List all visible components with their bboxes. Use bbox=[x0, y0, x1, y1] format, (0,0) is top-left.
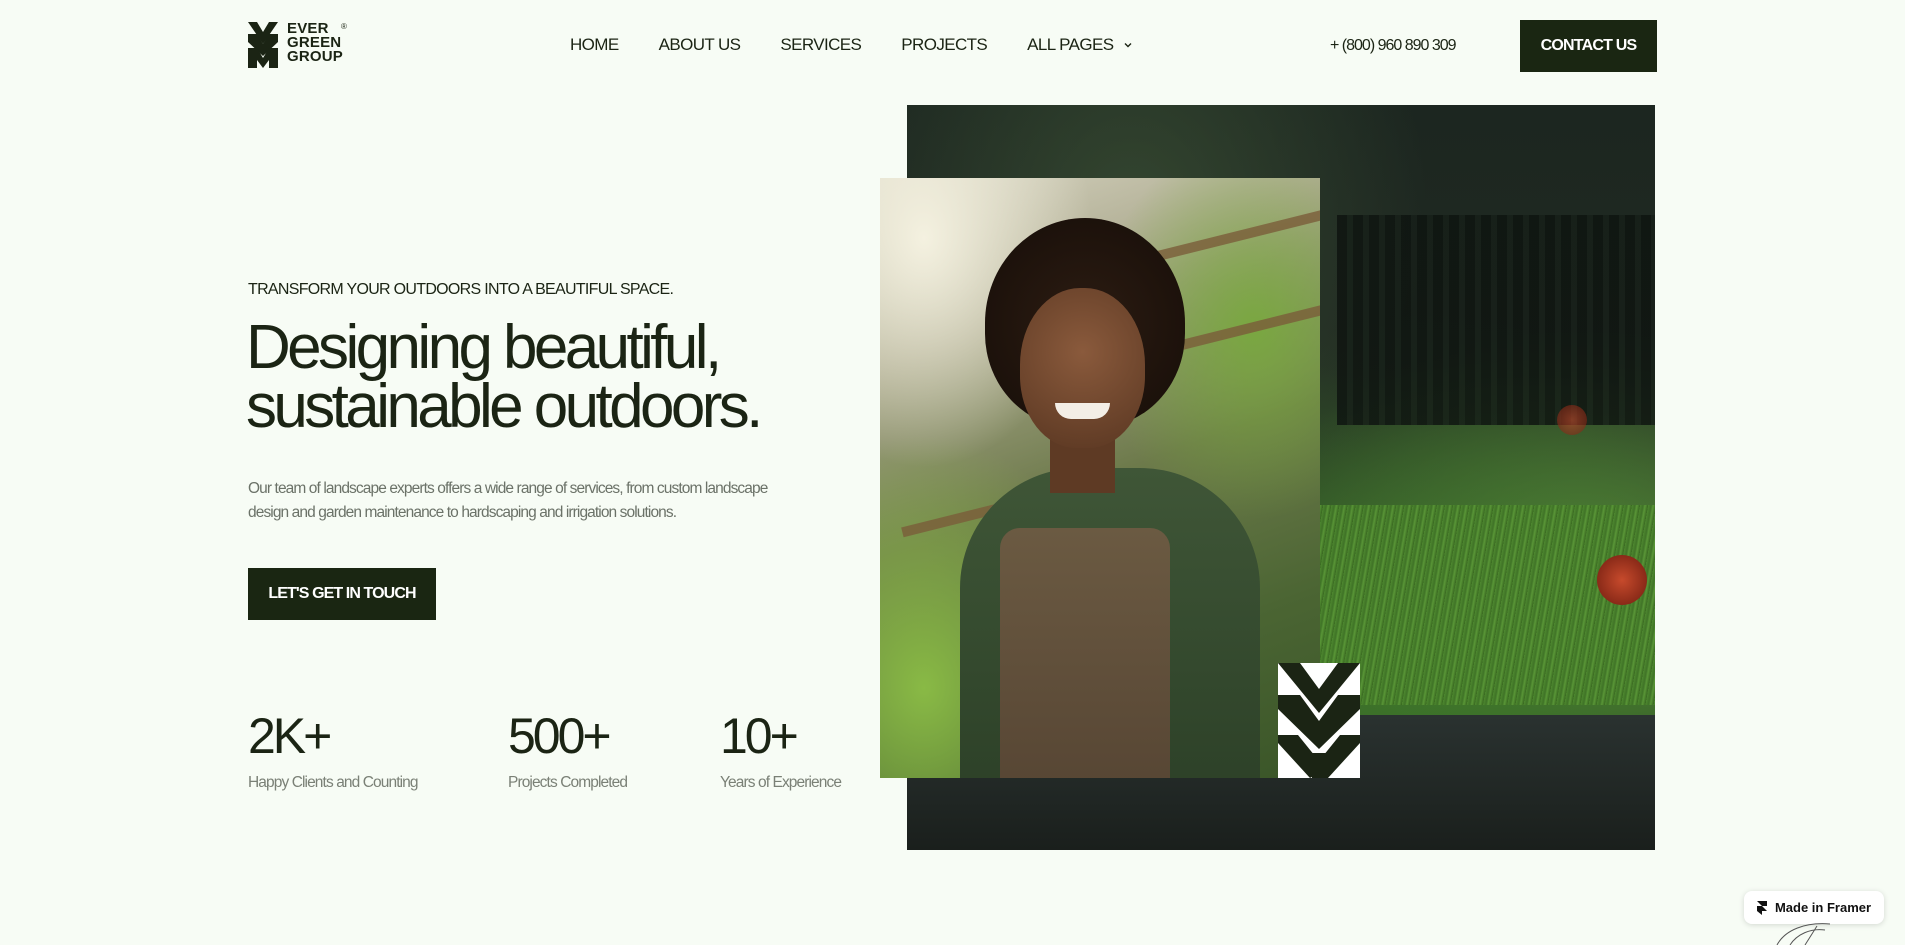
chevron-down-icon bbox=[1124, 43, 1132, 48]
nav-projects[interactable]: PROJECTS bbox=[901, 35, 987, 55]
stat-value: 500+ bbox=[508, 708, 612, 764]
contact-us-button[interactable]: CONTACT US bbox=[1520, 20, 1657, 72]
leaf-chevron-logo-icon bbox=[248, 22, 278, 68]
phone-number[interactable]: + (800) 960 890 309 bbox=[1330, 37, 1457, 55]
hero-eyebrow: TRANSFORM YOUR OUTDOORS INTO A BEAUTIFUL… bbox=[248, 281, 674, 298]
decorative-line-art-icon bbox=[1776, 923, 1831, 945]
made-in-framer-label: Made in Framer bbox=[1774, 900, 1872, 915]
hero-headline: Designing beautiful, sustainable outdoor… bbox=[246, 317, 786, 438]
gardener-portrait-image bbox=[880, 178, 1320, 778]
stat-label: Years of Experience bbox=[720, 774, 842, 791]
stat-value: 10+ bbox=[720, 708, 799, 764]
framer-icon bbox=[1756, 900, 1767, 915]
nav-all-pages[interactable]: ALL PAGES bbox=[1027, 35, 1133, 55]
hero-headline-line2: sustainable outdoors. bbox=[246, 372, 763, 441]
leaf-chevron-tile-icon bbox=[1278, 663, 1360, 778]
stat-happy-clients: 2K+ Happy Clients and Counting bbox=[248, 708, 419, 792]
hero-description: Our team of landscape experts offers a w… bbox=[248, 480, 768, 521]
flower-shape bbox=[1557, 405, 1587, 435]
registered-mark: ® bbox=[341, 22, 347, 31]
portrait-smile bbox=[1055, 403, 1110, 419]
stat-projects-completed: 500+ Projects Completed bbox=[508, 708, 628, 792]
portrait-apron bbox=[1000, 528, 1170, 778]
stat-label: Happy Clients and Counting bbox=[248, 774, 419, 791]
flower-shape bbox=[1597, 555, 1647, 605]
nav-all-pages-label: ALL PAGES bbox=[1027, 35, 1114, 54]
nav-services[interactable]: SERVICES bbox=[780, 35, 861, 55]
logo-wordmark: EVER GREEN GROUP bbox=[287, 21, 344, 65]
fence-shape bbox=[1337, 215, 1655, 425]
main-nav: HOME ABOUT US SERVICES PROJECTS ALL PAGE… bbox=[570, 35, 1133, 55]
logo-line-group: GROUP bbox=[287, 48, 344, 65]
stat-years-experience: 10+ Years of Experience bbox=[720, 708, 842, 792]
nav-about-us[interactable]: ABOUT US bbox=[659, 35, 741, 55]
portrait-face bbox=[1020, 288, 1145, 448]
stat-label: Projects Completed bbox=[508, 774, 628, 791]
stat-value: 2K+ bbox=[248, 708, 332, 764]
logo[interactable]: EVER GREEN GROUP ® bbox=[248, 21, 347, 68]
nav-home[interactable]: HOME bbox=[570, 35, 619, 55]
get-in-touch-button[interactable]: LET'S GET IN TOUCH bbox=[248, 568, 436, 620]
